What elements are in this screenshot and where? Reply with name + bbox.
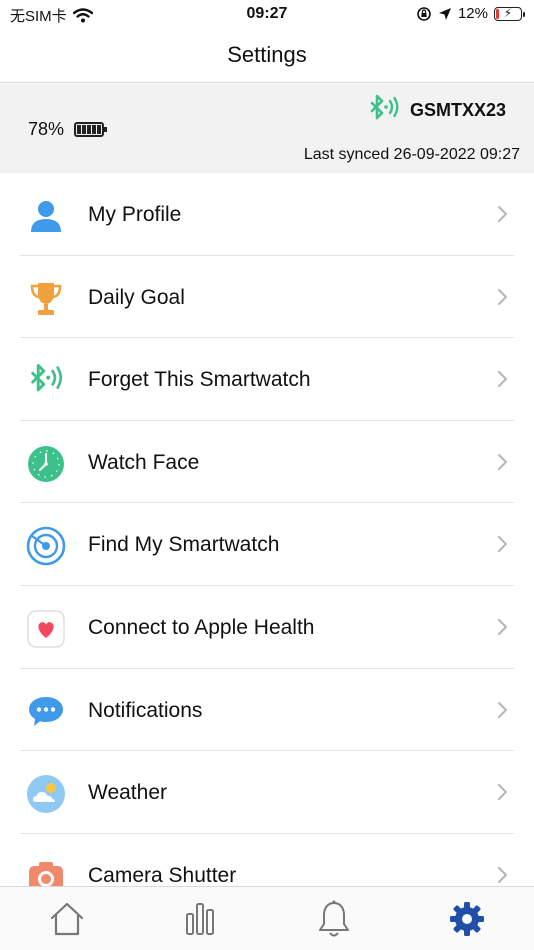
gear-icon — [450, 902, 484, 936]
device-name-row: GSMTXX23 — [366, 94, 506, 126]
chevron-right-icon — [498, 288, 507, 305]
menu-item-my-profile[interactable]: My Profile — [0, 173, 534, 256]
weather-icon — [26, 774, 66, 814]
menu-item-watch-face[interactable]: Watch Face — [0, 421, 534, 504]
menu-item-notifications[interactable]: Notifications — [0, 669, 534, 752]
menu-item-label: My Profile — [88, 203, 182, 226]
menu-item-label: Forget This Smartwatch — [88, 368, 311, 392]
tab-stats[interactable] — [178, 897, 222, 941]
chevron-right-icon — [498, 206, 507, 222]
menu-item-find-smartwatch[interactable]: Find My Smartwatch — [0, 503, 534, 586]
page-title: Settings — [227, 42, 307, 67]
battery-percent: 12% — [457, 5, 488, 22]
nav-bar: Settings — [0, 30, 534, 83]
bluetooth-icon — [26, 361, 66, 401]
chevron-right-icon — [498, 701, 507, 718]
status-right: 12% ⚡ — [416, 5, 525, 22]
menu-item-label: Weather — [88, 781, 167, 805]
tab-settings[interactable] — [445, 897, 489, 941]
chat-bubble-icon — [26, 692, 66, 732]
menu-item-camera-shutter[interactable]: Camera Shutter — [0, 834, 534, 886]
bell-icon — [319, 900, 349, 937]
device-battery: 78% — [28, 119, 108, 140]
clock-icon — [26, 444, 66, 484]
charging-bolt-icon: ⚡ — [503, 5, 513, 20]
home-icon — [50, 902, 84, 936]
tab-notifications[interactable] — [312, 897, 356, 941]
tab-home[interactable] — [45, 897, 89, 941]
bluetooth-icon — [370, 94, 399, 120]
chevron-right-icon — [498, 618, 507, 635]
chevron-right-icon — [498, 371, 507, 388]
person-icon — [26, 196, 66, 236]
chevron-right-icon — [498, 536, 507, 553]
trophy-icon — [26, 279, 66, 319]
menu-item-label: Watch Face — [88, 450, 200, 474]
battery-charging-icon: ⚡ — [494, 5, 525, 21]
camera-icon — [26, 857, 66, 886]
menu-item-weather[interactable]: Weather — [0, 751, 534, 834]
last-synced-text: Last synced 26-09-2022 09:27 — [303, 146, 520, 163]
device-panel: GSMTXX23 78% Last synced 26-09-2022 09:2… — [0, 84, 534, 173]
menu-item-forget-smartwatch[interactable]: Forget This Smartwatch — [0, 338, 534, 421]
status-bar: 无SIM卡 09:27 12% ⚡ — [0, 0, 534, 30]
menu-item-label: Daily Goal — [88, 285, 185, 309]
stats-icon — [186, 903, 214, 935]
watch-battery-icon — [74, 122, 108, 137]
heart-icon — [26, 609, 66, 649]
settings-list: My Profile Daily Goal Forget This Smartw… — [0, 173, 534, 886]
menu-item-daily-goal[interactable]: Daily Goal — [0, 256, 534, 339]
menu-item-label: Camera Shutter — [88, 863, 237, 886]
device-battery-percent: 78% — [28, 119, 65, 139]
location-arrow-icon — [438, 7, 451, 20]
menu-item-label: Notifications — [88, 698, 203, 722]
menu-item-label: Find My Smartwatch — [88, 533, 280, 557]
chevron-right-icon — [498, 784, 507, 801]
orientation-lock-icon — [417, 6, 431, 21]
radar-icon — [26, 526, 66, 566]
device-name: GSMTXX23 — [409, 99, 506, 120]
chevron-right-icon — [498, 453, 507, 470]
menu-item-label: Connect to Apple Health — [88, 615, 315, 639]
chevron-right-icon — [498, 866, 507, 883]
menu-item-apple-health[interactable]: Connect to Apple Health — [0, 586, 534, 669]
tab-bar — [0, 886, 534, 950]
